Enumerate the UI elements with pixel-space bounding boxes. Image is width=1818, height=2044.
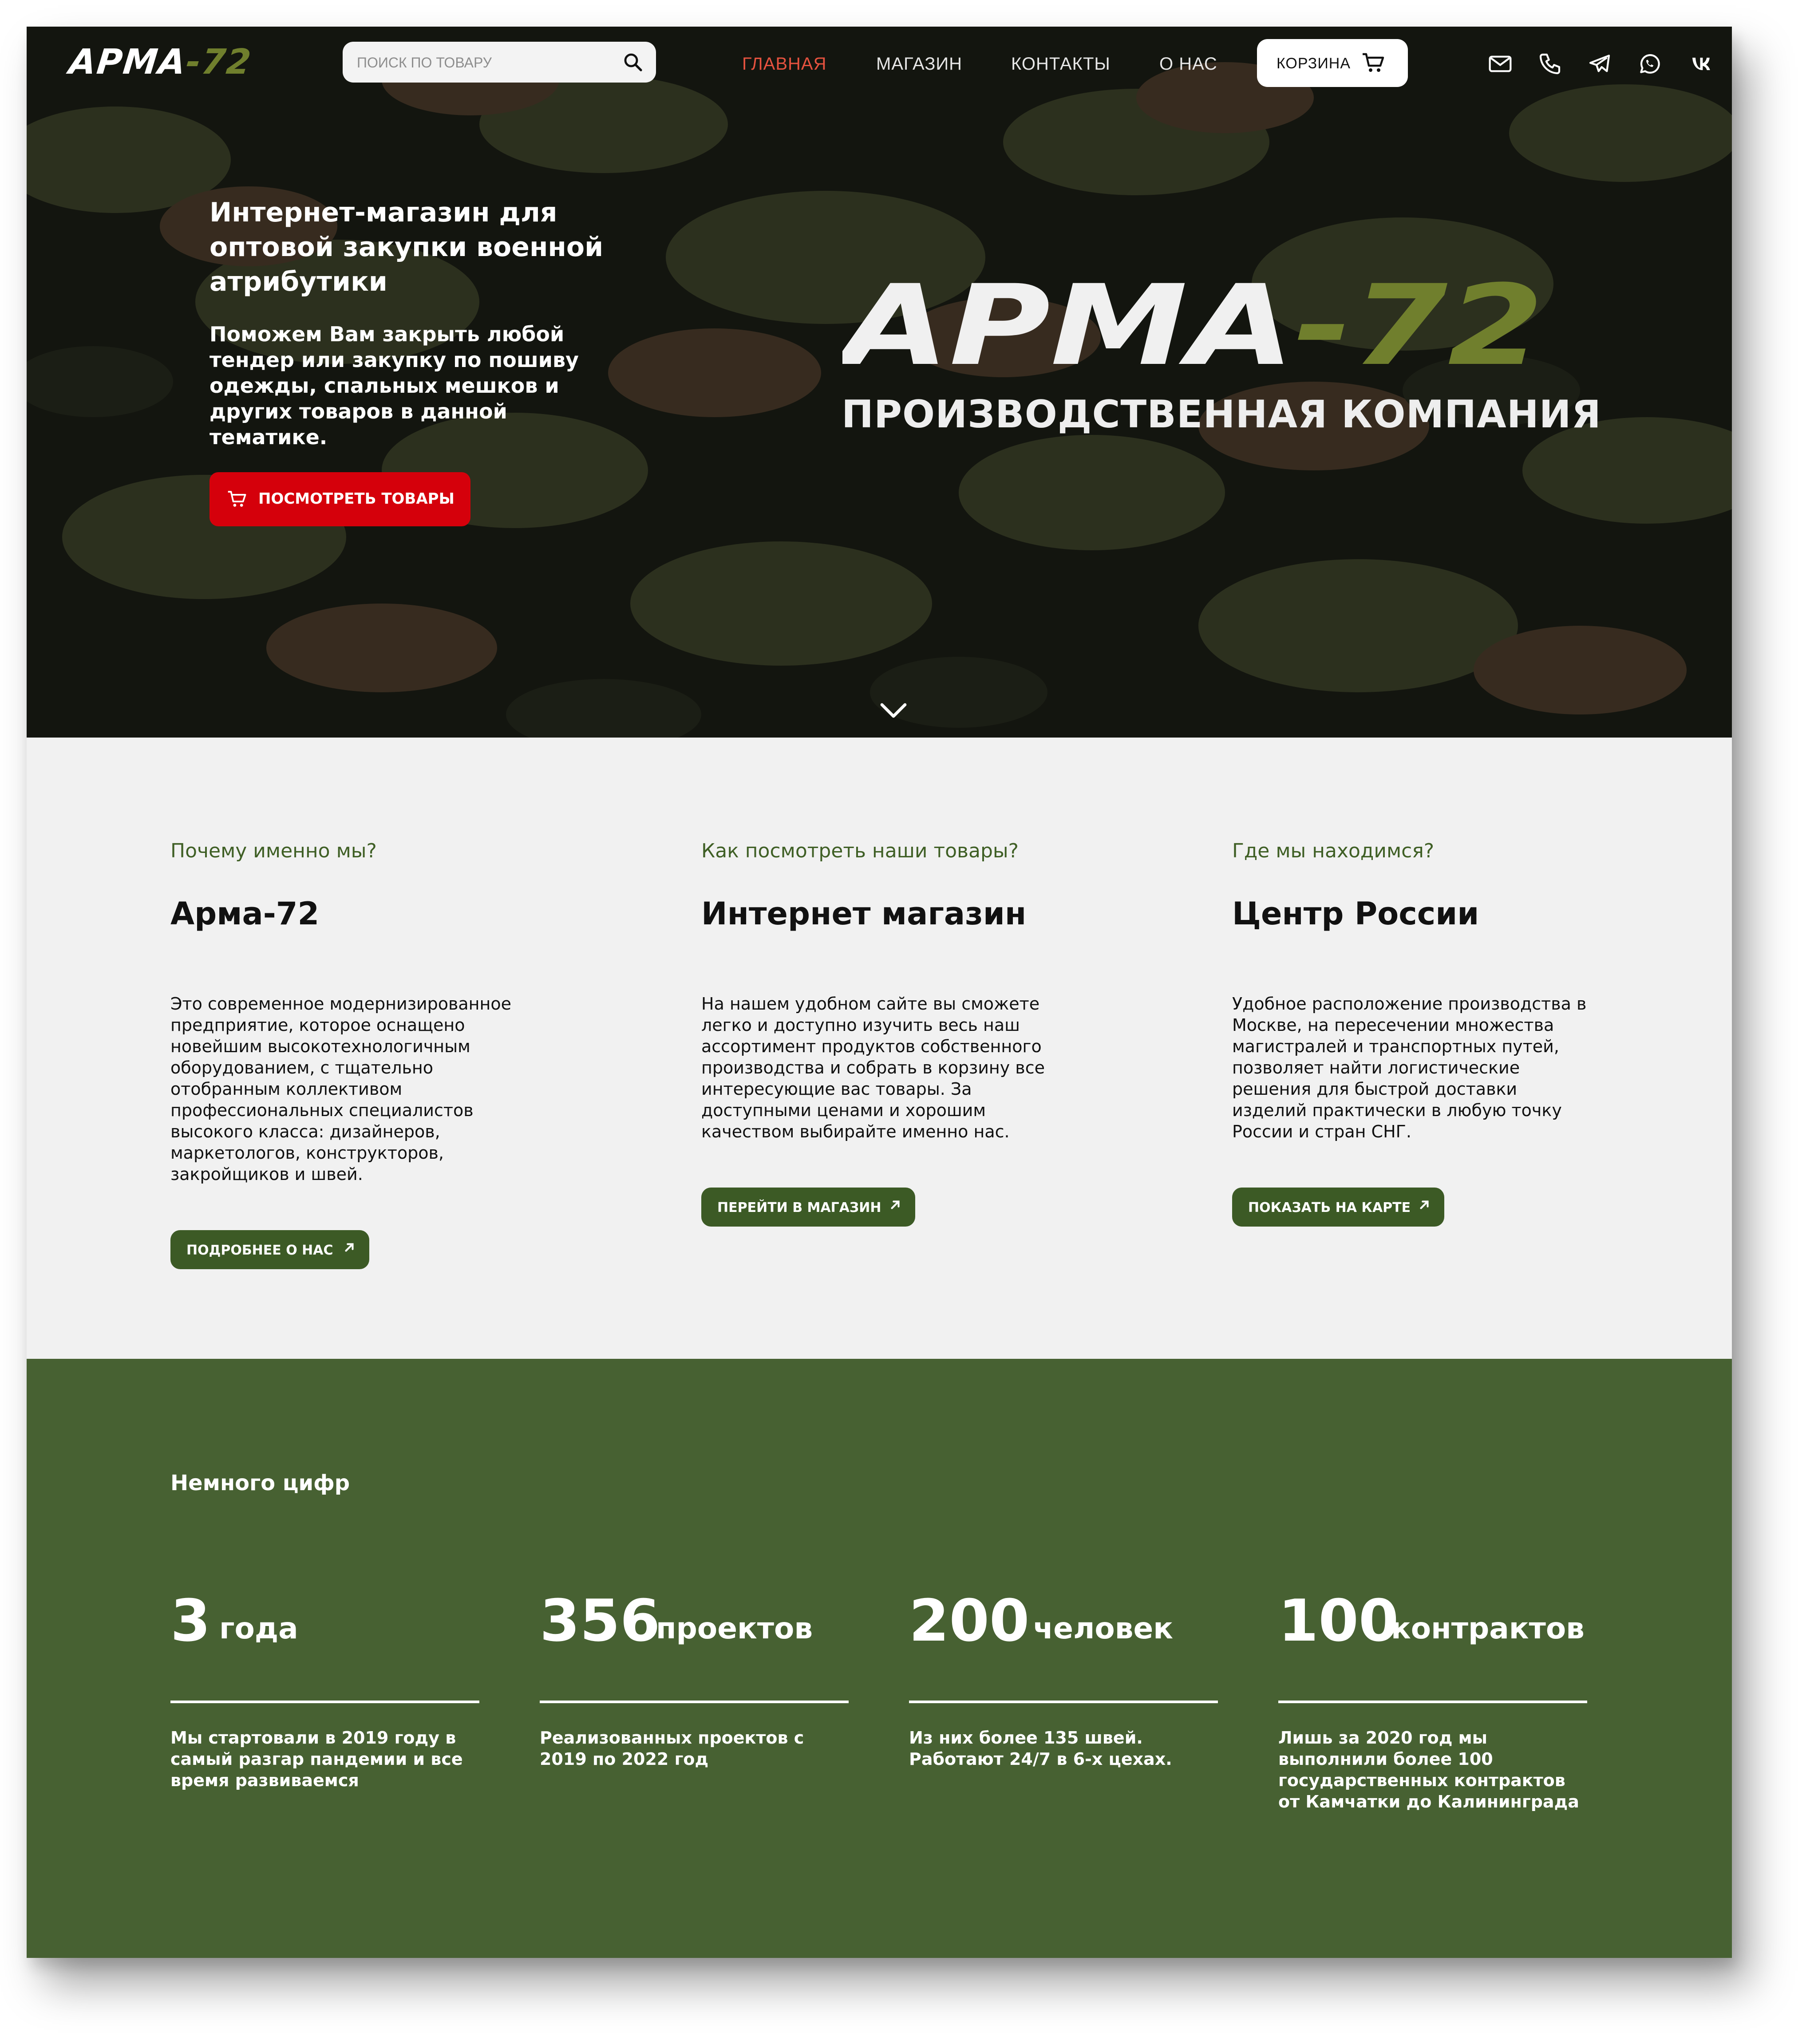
page-frame: АРМА-72 ГЛАВНАЯ МАГАЗИН КОНТАКТЫ О НАС К… bbox=[27, 27, 1732, 1958]
nav-item-home[interactable]: ГЛАВНАЯ bbox=[742, 54, 826, 74]
arrow-up-right-icon bbox=[1420, 1200, 1429, 1209]
chevron-down-icon[interactable] bbox=[879, 701, 908, 721]
stat-description: Мы стартовали в 2019 году в самый разгар… bbox=[170, 1728, 463, 1790]
stat-divider bbox=[170, 1701, 479, 1703]
stat-number: 356 bbox=[540, 1587, 660, 1654]
svg-text:АРМА-72: АРМА -72 bbox=[842, 275, 1544, 382]
feature-heading: Арма-72 bbox=[170, 896, 320, 932]
top-navigation-bar: АРМА-72 ГЛАВНАЯ МАГАЗИН КОНТАКТЫ О НАС К… bbox=[27, 27, 1732, 98]
feature-kicker: Как посмотреть наши товары? bbox=[701, 840, 1019, 862]
stat-divider bbox=[909, 1701, 1218, 1703]
arrow-up-right-icon bbox=[891, 1200, 900, 1209]
stat-description: Из них более 135 швей. Работают 24/7 в 6… bbox=[909, 1728, 1172, 1769]
stat-unit: проектов bbox=[656, 1611, 813, 1645]
feature-body: Удобное расположение производства в Моск… bbox=[1232, 994, 1587, 1141]
cart-label: КОРЗИНА bbox=[1277, 55, 1351, 72]
feature-body: Это современное модернизированное предпр… bbox=[170, 994, 511, 1184]
stat-divider bbox=[1278, 1701, 1587, 1703]
big-logo-accent: -72 bbox=[1294, 275, 1544, 382]
stat-unit: контрактов bbox=[1391, 1611, 1585, 1645]
feature-kicker: Почему именно мы? bbox=[170, 840, 377, 862]
stat-number: 100 bbox=[1278, 1587, 1399, 1654]
about-more-button[interactable]: ПОДРОБНЕЕ О НАС bbox=[170, 1230, 369, 1269]
company-big-logo: АРМА -72 bbox=[842, 275, 1544, 382]
logo-text: АРМА bbox=[67, 42, 189, 82]
cart-button[interactable]: КОРЗИНА bbox=[1257, 39, 1408, 87]
search-input[interactable] bbox=[356, 42, 615, 83]
stat-description: Реализованных проектов с 2019 по 2022 го… bbox=[540, 1728, 804, 1769]
search-icon[interactable] bbox=[622, 51, 644, 73]
stat-divider bbox=[540, 1701, 849, 1703]
feature-heading: Центр России bbox=[1232, 896, 1479, 932]
whatsapp-icon[interactable] bbox=[1637, 51, 1662, 76]
show-on-map-label: ПОКАЗАТЬ НА КАРТЕ bbox=[1248, 1200, 1411, 1215]
mail-icon[interactable] bbox=[1488, 51, 1513, 76]
hero-title: Интернет-магазин для оптовой закупки вое… bbox=[209, 197, 604, 297]
feature-body: На нашем удобном сайте вы сможете легко … bbox=[701, 994, 1045, 1141]
vk-icon[interactable] bbox=[1689, 51, 1714, 76]
stat-number: 3 bbox=[170, 1587, 211, 1654]
go-to-shop-label: ПЕРЕЙТИ В МАГАЗИН bbox=[717, 1200, 881, 1215]
show-on-map-button[interactable]: ПОКАЗАТЬ НА КАРТЕ bbox=[1232, 1188, 1444, 1227]
view-products-button[interactable]: ПОСМОТРЕТЬ ТОВАРЫ bbox=[209, 472, 470, 526]
about-more-label: ПОДРОБНЕЕ О НАС bbox=[186, 1243, 333, 1258]
stats-section: Немного цифр 3 года Мы стартовали в 2019… bbox=[27, 1359, 1732, 1958]
search-box bbox=[343, 42, 656, 83]
stat-unit: года bbox=[219, 1611, 298, 1645]
nav-item-contacts[interactable]: КОНТАКТЫ bbox=[1011, 54, 1111, 74]
stat-number: 200 bbox=[909, 1587, 1030, 1654]
stat-unit: человек bbox=[1033, 1611, 1174, 1645]
cart-icon bbox=[1363, 53, 1384, 72]
phone-icon[interactable] bbox=[1537, 51, 1562, 76]
features-section: Почему именно мы? Арма-72 Это современно… bbox=[27, 738, 1732, 1359]
company-tagline: ПРОИЗВОДСТВЕННАЯ КОМПАНИЯ bbox=[842, 392, 1601, 437]
arrow-up-right-icon bbox=[345, 1243, 354, 1252]
nav-item-shop[interactable]: МАГАЗИН bbox=[876, 54, 962, 74]
nav-item-about[interactable]: О НАС bbox=[1159, 54, 1217, 74]
telegram-icon[interactable] bbox=[1587, 51, 1612, 76]
stat-description: Лишь за 2020 год мы выполнили более 100 … bbox=[1278, 1728, 1579, 1811]
stats-title: Немного цифр bbox=[170, 1471, 350, 1496]
feature-kicker: Где мы находимся? bbox=[1232, 840, 1435, 862]
big-logo-text: АРМА bbox=[842, 275, 1294, 382]
hero-section: АРМА-72 ГЛАВНАЯ МАГАЗИН КОНТАКТЫ О НАС К… bbox=[27, 27, 1732, 738]
cart-icon bbox=[228, 491, 246, 507]
site-logo[interactable]: АРМА-72 bbox=[67, 42, 254, 82]
feature-heading: Интернет магазин bbox=[701, 896, 1027, 932]
view-products-label: ПОСМОТРЕТЬ ТОВАРЫ bbox=[258, 490, 454, 508]
hero-subtitle: Поможем Вам закрыть любой тендер или зак… bbox=[209, 322, 579, 449]
logo-accent-text: -72 bbox=[184, 42, 254, 82]
go-to-shop-button[interactable]: ПЕРЕЙТИ В МАГАЗИН bbox=[701, 1188, 915, 1227]
